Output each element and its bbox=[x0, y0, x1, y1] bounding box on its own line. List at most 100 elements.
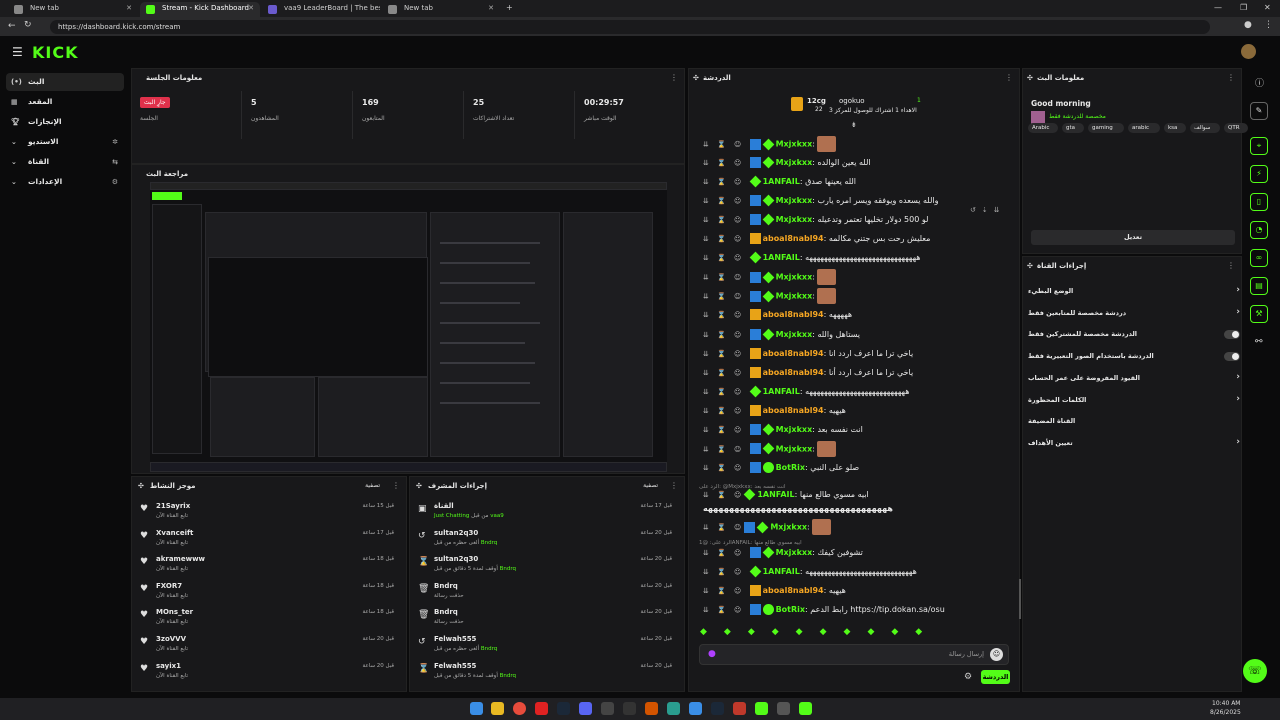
steam-icon[interactable] bbox=[557, 702, 570, 715]
activity-username[interactable]: akramewww bbox=[156, 555, 205, 563]
hamburger-icon[interactable]: ☰ bbox=[12, 45, 23, 59]
chat-message[interactable]: ⇊ ⌛ ☺ Mxjxkxx: bbox=[703, 269, 837, 286]
chat-username[interactable]: Mxjxkxx bbox=[776, 330, 813, 339]
chat-message[interactable]: ⇊ ⌛ ☺ 1ANFAIL: ههههههههههههههههههههههههه… bbox=[703, 564, 917, 581]
mod-tools[interactable]: ⇊ ⌛ ☺ bbox=[703, 197, 750, 205]
link-icon[interactable]: ∞ bbox=[1250, 249, 1268, 267]
chat-message[interactable]: ⇊ ⌛ ☺ aboal8nabl94: هيهيه bbox=[703, 403, 846, 420]
chat-username[interactable]: aboal8nabl94 bbox=[763, 368, 824, 377]
chat-username[interactable]: aboal8nabl94 bbox=[763, 310, 824, 319]
chevron-right-icon[interactable]: › bbox=[1236, 285, 1240, 295]
chat-bubble-icon[interactable]: ◔ bbox=[1250, 221, 1268, 239]
app-icon[interactable] bbox=[667, 702, 680, 715]
discord-icon[interactable] bbox=[579, 702, 592, 715]
moderation-target[interactable]: sultan2q30 bbox=[434, 529, 478, 537]
tag-chip[interactable]: ksa bbox=[1164, 123, 1186, 133]
more-icon[interactable]: ⋮ bbox=[1005, 73, 1013, 82]
chat-username[interactable]: Mxjxkxx bbox=[776, 158, 813, 167]
pin-icon[interactable]: ⇟ bbox=[851, 121, 857, 129]
chat-username[interactable]: Mxjxkxx bbox=[776, 444, 813, 453]
moderation-row[interactable]: 🗑︎ Bndrq حذفت رسالة قبل 20 ساعة bbox=[410, 605, 680, 632]
mod-tools[interactable]: ⇊ ⌛ ☺ bbox=[703, 311, 750, 319]
activity-username[interactable]: 3zoVVV bbox=[156, 635, 186, 643]
emoji-icon[interactable]: ☺ bbox=[990, 648, 1003, 661]
url-field[interactable]: https://dashboard.kick.com/stream bbox=[50, 20, 1210, 34]
chat-username[interactable]: aboal8nabl94 bbox=[763, 349, 824, 358]
avatar[interactable] bbox=[1241, 44, 1256, 59]
kick-app-icon[interactable] bbox=[755, 702, 768, 715]
activity-row[interactable]: ♥ 3zoVVV تابع القناة الآن قبل 20 ساعة bbox=[132, 632, 402, 659]
sidebar-item-dashboard[interactable]: ▦ المقعد bbox=[6, 93, 124, 111]
more-icon[interactable]: ⋮ bbox=[1227, 73, 1235, 82]
sidebar-item-studio[interactable]: ⌄ الاستديو ✲ bbox=[6, 133, 124, 151]
chevron-right-icon[interactable]: › bbox=[1236, 372, 1240, 382]
chat-message[interactable]: ⇊ ⌛ ☺ aboal8nabl94: هيهيه bbox=[703, 583, 846, 600]
chat-username[interactable]: 1ANFAIL bbox=[763, 253, 800, 262]
activity-row[interactable]: ♥ sayix1 تابع القناة الآن قبل 20 ساعة bbox=[132, 659, 402, 686]
edit-stream-button[interactable]: تعديل bbox=[1031, 230, 1235, 245]
windows-start-icon[interactable] bbox=[470, 702, 483, 715]
chat-message[interactable]: ⇊ ⌛ ☺ aboal8nabl94: ياخي ترا ما اعرف ارد… bbox=[703, 346, 913, 363]
chat-message[interactable]: ⇊ ⌛ ☺ Mxjxkxx: والله يسعده ويوفقه ويسر ا… bbox=[703, 193, 938, 210]
chat-username[interactable]: BotRix bbox=[776, 605, 805, 614]
sidebar-item-settings[interactable]: ⌄ الإعدادات ⚙ bbox=[6, 173, 124, 191]
minimize-icon[interactable]: — bbox=[1214, 3, 1222, 12]
moderation-row[interactable]: ⌛ sultan2q30 أوقف لمدة 5 دقائق من قبل Bndr… bbox=[410, 552, 680, 579]
mod-tools[interactable]: ⇊ ⌛ ☺ bbox=[703, 568, 750, 576]
channel-action-row[interactable]: الدردشة مخصصة للمشتركين فقط bbox=[1028, 325, 1240, 345]
target-icon[interactable]: ⌖ bbox=[1250, 137, 1268, 155]
channel-action-row[interactable]: القيود المفروضة على عمر الحساب › bbox=[1028, 369, 1240, 389]
chat-username[interactable]: Mxjxkxx bbox=[770, 523, 807, 532]
channel-action-row[interactable]: تعيين الأهداف › bbox=[1028, 434, 1240, 454]
chat-message[interactable]: ⇊ ⌛ ☺ Mxjxkxx: تشوفين كيفك bbox=[703, 545, 863, 562]
mod-tools[interactable]: ⇊ ⌛ ☺ bbox=[703, 369, 750, 377]
chat-username[interactable]: aboal8nabl94 bbox=[763, 586, 824, 595]
activity-username[interactable]: FXOR7 bbox=[156, 582, 182, 590]
moderator-name[interactable]: Bndrq bbox=[500, 566, 516, 572]
emote-bar[interactable]: ◆◆◆◆◆◆◆◆◆◆ bbox=[700, 627, 1012, 641]
file-explorer-icon[interactable] bbox=[491, 702, 504, 715]
chat-message[interactable]: ⇊ ⌛ ☺ Mxjxkxx: يستاهل والله bbox=[703, 327, 860, 344]
mod-tools[interactable]: ⇊ ⌛ ☺ bbox=[703, 491, 744, 499]
bolt-icon[interactable]: ⚡︎ bbox=[1250, 165, 1268, 183]
steam-icon[interactable] bbox=[711, 702, 724, 715]
new-tab-icon[interactable]: + bbox=[506, 3, 513, 12]
app-icon[interactable] bbox=[645, 702, 658, 715]
mod-tools[interactable]: ⇊ ⌛ ☺ bbox=[703, 141, 750, 149]
youtube-icon[interactable] bbox=[535, 702, 548, 715]
activity-username[interactable]: MOns_ter bbox=[156, 608, 193, 616]
reload-icon[interactable]: ↻ bbox=[24, 20, 32, 30]
chat-message[interactable]: ⇊ ⌛ ☺ 1ANFAIL: ههههههههههههههههههههههههه… bbox=[703, 384, 909, 401]
message-actions[interactable]: ↺⇣⇊ bbox=[970, 206, 1018, 218]
channel-action-row[interactable]: الدردشة باستخدام الصور التعبيرية فقط bbox=[1028, 347, 1240, 367]
back-icon[interactable]: ← bbox=[8, 21, 16, 31]
chat-message[interactable]: ⇊ ⌛ ☺ aboal8nabl94: ياخي ترا ما اعرف ارد… bbox=[703, 365, 913, 382]
close-window-icon[interactable]: ✕ bbox=[1264, 3, 1271, 12]
mod-tools[interactable]: ⇊ ⌛ ☺ bbox=[703, 254, 750, 262]
menu-icon[interactable]: ⋮ bbox=[1264, 20, 1273, 30]
moderator-name[interactable]: Bndrq bbox=[481, 540, 497, 546]
close-tab-icon[interactable]: ✕ bbox=[126, 2, 132, 15]
moderation-row[interactable]: ⌛ Felwah555 أوقف لمدة 5 دقائق من قبل Bndrq… bbox=[410, 659, 680, 686]
more-icon[interactable]: ⋮ bbox=[670, 481, 678, 490]
chat-username[interactable]: 1ANFAIL bbox=[763, 177, 800, 186]
send-chat-button[interactable]: الدردشة bbox=[981, 670, 1010, 684]
chat-username[interactable]: 1ANFAIL bbox=[763, 387, 800, 396]
app-icon[interactable] bbox=[799, 702, 812, 715]
kick-logo[interactable]: KICK bbox=[32, 43, 79, 62]
mod-tools[interactable]: ⇊ ⌛ ☺ bbox=[703, 331, 750, 339]
layout-icon[interactable]: ▤ bbox=[1250, 277, 1268, 295]
channel-action-row[interactable]: الوضع البطيء › bbox=[1028, 282, 1240, 302]
tag-chip[interactable]: arabic bbox=[1128, 123, 1160, 133]
chat-message[interactable]: ⇊ ⌛ ☺ Mxjxkxx: bbox=[703, 440, 837, 458]
mod-tools[interactable]: ⇊ ⌛ ☺ bbox=[703, 464, 750, 472]
moderation-target[interactable]: Felwah555 bbox=[434, 662, 476, 670]
profile-icon[interactable]: ● bbox=[1244, 20, 1252, 30]
more-icon[interactable]: ⋮ bbox=[670, 73, 678, 82]
activity-username[interactable]: Xvanceift bbox=[156, 529, 193, 537]
chat-message[interactable]: ⇊ ⌛ ☺ Mxjxkxx: انت نفسه بعد bbox=[703, 422, 863, 439]
chevron-right-icon[interactable]: › bbox=[1236, 307, 1240, 317]
mod-tools[interactable]: ⇊ ⌛ ☺ bbox=[703, 587, 750, 595]
tag-chip[interactable]: gaming bbox=[1088, 123, 1124, 133]
activity-row[interactable]: ♥ MOns_ter تابع القناة الآن قبل 18 ساعة bbox=[132, 605, 402, 632]
